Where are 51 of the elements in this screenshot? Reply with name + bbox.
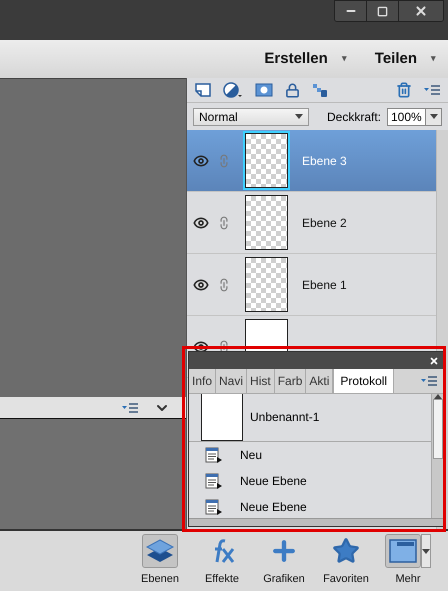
dropdown-caret-icon[interactable] xyxy=(422,548,430,554)
history-menu-icon[interactable] xyxy=(421,375,437,387)
layer-name: Ebene 1 xyxy=(302,276,347,294)
panel-button[interactable]: Favoriten xyxy=(322,534,370,588)
document-icon xyxy=(205,473,223,489)
panel-button[interactable]: Ebenen xyxy=(136,534,184,588)
lock-transparency-icon[interactable] xyxy=(312,82,328,98)
visibility-icon[interactable] xyxy=(193,214,209,230)
opacity-field[interactable]: 100% xyxy=(387,108,442,126)
opacity-label: Deckkraft: xyxy=(326,108,381,126)
panel-icon xyxy=(389,539,417,564)
history-step[interactable]: Neue Ebene xyxy=(189,468,431,494)
panel-button[interactable]: Mehr xyxy=(384,534,432,588)
layers-menu-icon[interactable] xyxy=(424,84,440,96)
panel-menu-icon[interactable] xyxy=(122,402,138,414)
history-step[interactable]: Neue Ebene xyxy=(189,494,431,520)
scrollbar-thumb[interactable] xyxy=(432,399,442,459)
document-icon xyxy=(205,447,223,463)
layer-row[interactable]: Ebene 1 xyxy=(187,254,436,316)
document-icon xyxy=(205,499,223,515)
adjustment-icon[interactable] xyxy=(223,82,243,98)
maximize-icon xyxy=(377,6,388,16)
mask-icon[interactable] xyxy=(255,83,273,97)
panel-tab[interactable]: Farb xyxy=(274,369,306,393)
panel-tab[interactable]: Navi xyxy=(216,369,248,393)
visibility-icon[interactable] xyxy=(193,152,209,168)
panel-button[interactable]: Effekte xyxy=(198,534,246,588)
dropdown-caret-icon[interactable] xyxy=(430,114,438,119)
panel-button[interactable]: Grafiken xyxy=(260,534,308,588)
layer-row[interactable]: Ebene 2 xyxy=(187,192,436,254)
panel-tab[interactable]: Hist xyxy=(247,369,275,393)
new-layer-icon[interactable] xyxy=(195,83,211,97)
layer-name: Ebene 3 xyxy=(302,152,347,170)
star-icon xyxy=(332,537,360,566)
layers-icon xyxy=(145,538,175,564)
trash-icon[interactable] xyxy=(396,82,412,98)
close-icon[interactable] xyxy=(429,356,439,366)
dropdown-caret-icon[interactable] xyxy=(295,114,303,119)
menu-button[interactable]: Teilen ▾ xyxy=(374,48,436,70)
panel-tab[interactable]: Protokoll xyxy=(333,369,394,393)
resize-grip[interactable] xyxy=(189,518,443,526)
snapshot-thumbnail xyxy=(201,394,243,441)
lock-icon[interactable] xyxy=(285,82,300,98)
panel-tab[interactable]: Info xyxy=(189,369,216,393)
close-icon xyxy=(414,4,428,18)
history-step[interactable]: Neu xyxy=(189,442,431,468)
visibility-icon[interactable] xyxy=(193,276,209,292)
layer-name: Ebene 2 xyxy=(302,214,347,232)
snapshot-name[interactable]: Unbenannt-1 xyxy=(250,408,320,426)
blend-mode-select[interactable]: Normal xyxy=(193,108,309,126)
menu-button[interactable]: Erstellen ▾ xyxy=(264,48,347,70)
